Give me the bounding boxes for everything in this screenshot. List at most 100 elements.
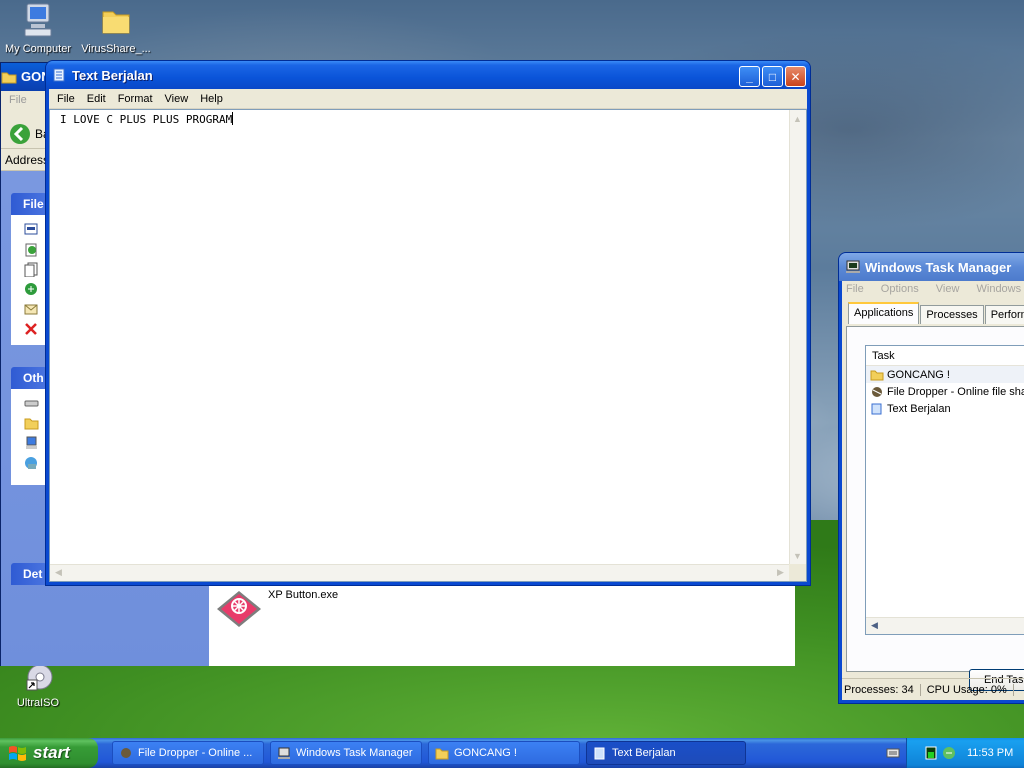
menu-edit[interactable]: Edit <box>81 93 112 105</box>
computer-icon[interactable] <box>24 436 39 450</box>
task-row[interactable]: GONCANG ! <box>866 366 1024 383</box>
drive-icon[interactable] <box>24 396 39 410</box>
desktop-icon-label: VirusShare_... <box>81 43 151 55</box>
notepad-window: Text Berjalan _ □ ✕ File Edit Format Vie… <box>45 60 811 586</box>
task-manager-title: Windows Task Manager <box>865 259 1012 275</box>
rename-icon[interactable] <box>24 222 39 237</box>
notepad-icon <box>594 747 605 759</box>
task-manager-menubar: File Options View Windows He <box>842 281 1024 299</box>
status-cpu-usage: CPU Usage: 0% <box>921 683 1014 696</box>
pane-file-tasks <box>11 215 47 345</box>
start-label: start <box>33 743 70 762</box>
text-caret <box>232 112 234 125</box>
disc-icon <box>26 664 53 691</box>
copy-icon[interactable] <box>24 262 39 277</box>
browser-icon <box>121 747 131 758</box>
column-header-task[interactable]: Task <box>866 346 1024 366</box>
tab-applications[interactable]: Applications <box>848 302 920 324</box>
notepad-icon <box>53 68 65 82</box>
task-manager-status-bar: Processes: 34 CPU Usage: 0% <box>842 678 1024 700</box>
tab-processes[interactable]: Processes <box>920 305 984 324</box>
back-button[interactable]: Ba <box>9 123 50 145</box>
scroll-up-icon[interactable]: ▲ <box>790 111 805 126</box>
close-button[interactable]: ✕ <box>785 66 806 87</box>
notepad-icon <box>871 403 882 414</box>
taskbar-button-file-dropper[interactable]: File Dropper - Online ... <box>112 741 264 765</box>
notepad-window-buttons: _ □ ✕ <box>739 66 806 87</box>
system-tray: 11:53 PM <box>906 738 1024 768</box>
pane-other-places <box>11 389 47 485</box>
task-manager-icon <box>278 747 290 759</box>
scroll-right-icon[interactable]: ▶ <box>773 565 788 580</box>
back-arrow-icon <box>10 124 30 144</box>
network-icon[interactable] <box>24 456 39 470</box>
menu-view[interactable]: View <box>159 93 195 105</box>
folder-icon <box>1 72 17 84</box>
windows-logo-icon <box>9 746 26 761</box>
tm-menu-options[interactable]: Options <box>881 283 919 295</box>
scroll-left-icon[interactable]: ◀ <box>51 565 66 580</box>
taskmgr-tray-icon[interactable] <box>925 746 937 760</box>
pane-header-details[interactable]: Det <box>11 563 47 585</box>
notepad-title-bar[interactable]: Text Berjalan <box>46 61 810 89</box>
menu-help[interactable]: Help <box>194 93 229 105</box>
explorer-menu-file[interactable]: File <box>9 94 27 106</box>
notepad-title: Text Berjalan <box>72 67 153 83</box>
minimize-button[interactable]: _ <box>739 66 760 87</box>
folder-icon <box>102 11 130 34</box>
folder-icon <box>870 370 884 380</box>
taskbar: start File Dropper - Online ... Windows … <box>0 738 1024 768</box>
network-tray-icon[interactable] <box>941 745 957 761</box>
task-row[interactable]: File Dropper - Online file sha <box>866 383 1024 400</box>
task-manager-title-bar[interactable]: Windows Task Manager <box>839 253 1024 281</box>
task-list-horizontal-scrollbar[interactable]: ◀ <box>866 617 1024 634</box>
task-manager-tabs: Applications Processes Performa <box>848 302 1024 324</box>
pane-header-file-tasks[interactable]: File <box>11 193 47 215</box>
tm-menu-view[interactable]: View <box>936 283 960 295</box>
desktop-icon-my-computer[interactable]: My Computer <box>0 2 76 55</box>
clock[interactable]: 11:53 PM <box>967 747 1013 759</box>
taskbar-button-goncang[interactable]: GONCANG ! <box>428 741 580 765</box>
task-row[interactable]: Text Berjalan <box>866 400 1024 417</box>
desktop-icon-ultraiso[interactable]: UltraISO <box>0 664 76 709</box>
publish-icon[interactable] <box>24 282 39 297</box>
tm-menu-file[interactable]: File <box>846 283 864 295</box>
tm-menu-windows[interactable]: Windows <box>977 283 1022 295</box>
task-manager-icon <box>846 260 860 273</box>
keyboard-icon[interactable] <box>886 746 900 759</box>
tab-performance[interactable]: Performa <box>984 305 1024 324</box>
computer-icon <box>24 3 52 37</box>
task-manager-client: File Options View Windows He Application… <box>842 281 1024 700</box>
taskbar-button-task-manager[interactable]: Windows Task Manager <box>270 741 422 765</box>
maximize-button[interactable]: □ <box>762 66 783 87</box>
my-documents-icon[interactable] <box>24 416 39 430</box>
taskbar-button-text-berjalan[interactable]: Text Berjalan <box>586 741 746 765</box>
horizontal-scrollbar[interactable]: ◀ ▶ <box>50 564 789 581</box>
pane-header-other-places[interactable]: Oth <box>11 367 47 389</box>
menu-format[interactable]: Format <box>112 93 159 105</box>
vertical-scrollbar[interactable]: ▲ ▼ <box>789 110 806 564</box>
menu-file[interactable]: File <box>51 93 81 105</box>
email-icon[interactable] <box>24 302 39 317</box>
resize-grip[interactable] <box>789 564 806 581</box>
task-list[interactable]: Task GONCANG ! File Dropper - Online fil… <box>865 345 1024 635</box>
notepad-menubar: File Edit Format View Help <box>49 89 807 109</box>
status-processes: Processes: 34 <box>842 683 921 696</box>
task-manager-window: Windows Task Manager File Options View W… <box>838 252 1024 704</box>
scroll-left-icon[interactable]: ◀ <box>867 618 882 633</box>
start-button[interactable]: start <box>0 738 98 768</box>
xp-button-icon <box>217 591 261 627</box>
address-label: Address <box>5 153 50 167</box>
browser-icon <box>872 386 882 397</box>
applications-panel: Task GONCANG ! File Dropper - Online fil… <box>846 326 1024 691</box>
desktop-icon-label: My Computer <box>4 43 72 55</box>
file-item-xp-button[interactable]: XP Button.exe <box>214 589 338 629</box>
delete-icon[interactable] <box>24 322 39 337</box>
desktop-icon-label: UltraISO <box>16 697 60 709</box>
desktop-icon-virusshare[interactable]: VirusShare_... <box>78 2 154 55</box>
folder-icon <box>435 748 449 759</box>
scroll-down-icon[interactable]: ▼ <box>790 548 805 563</box>
notepad-text-area[interactable]: I LOVE C PLUS PLUS PROGRAM ▲ ▼ ◀ ▶ <box>49 109 807 582</box>
notepad-content: I LOVE C PLUS PLUS PROGRAM <box>60 112 234 126</box>
move-icon[interactable] <box>24 242 39 257</box>
